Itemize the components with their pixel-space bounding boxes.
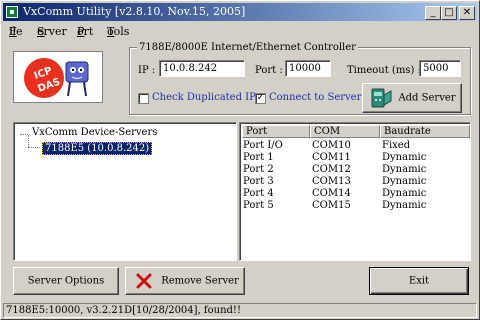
cell-port: Port 3 [243, 176, 274, 187]
ip-label: IP : [138, 65, 156, 76]
cell-baudrate: Dynamic [382, 188, 427, 199]
cell-port: Port 2 [243, 164, 274, 175]
cell-com: COM10 [312, 140, 351, 151]
cell-port: Port I/O [243, 140, 283, 151]
cell-com: COM14 [312, 188, 351, 199]
exit-label: Exit [408, 275, 430, 287]
check-duplicated-label[interactable]: Check Duplicated IP [152, 92, 256, 103]
cell-com: COM13 [312, 176, 351, 187]
remove-server-label: Remove Server [161, 275, 239, 287]
tree-connector [20, 134, 28, 135]
exit-button[interactable]: Exit [369, 267, 469, 295]
tree-connector [28, 147, 40, 148]
status-bar: 7188E5:10000, v3.2.21D[10/28/2004], foun… [3, 303, 477, 318]
port-label: Port : [255, 65, 283, 76]
column-com[interactable]: COM [310, 125, 380, 138]
ip-input[interactable]: 10.0.8.242 [159, 60, 245, 77]
column-port[interactable]: Port [242, 125, 310, 138]
check-duplicated-checkbox[interactable] [138, 93, 149, 104]
icp-das-logo: ICP DAS [13, 51, 103, 103]
cell-port: Port 4 [243, 188, 274, 199]
cell-baudrate: Dynamic [382, 152, 427, 163]
remove-server-button[interactable]: Remove Server [125, 267, 245, 295]
tree-connector [28, 135, 29, 147]
add-server-label: Add Server [398, 92, 456, 104]
timeout-label: Timeout (ms) : [347, 65, 421, 76]
cell-baudrate: Fixed [382, 140, 411, 151]
server-options-label: Server Options [27, 275, 105, 287]
cell-com: COM12 [312, 164, 351, 175]
server-options-button[interactable]: Server Options [13, 267, 119, 295]
logo-graphic: ICP DAS [24, 58, 89, 98]
tree-root-item[interactable]: VxComm Device-Servers [32, 127, 157, 138]
maximize-button[interactable]: □ [441, 6, 457, 20]
ports-list-header: Port COM Baudrate [242, 125, 470, 138]
device-icon [371, 88, 392, 108]
tree-item-7188e5[interactable]: 7188E5 (10.0.8.242) [42, 142, 153, 155]
cell-com: COM11 [312, 152, 351, 163]
controller-group-title: 7188E/8000E Internet/Ethernet Controller [137, 42, 358, 53]
window-title: VxComm Utility [v2.8.10, Nov.15, 2005] [23, 5, 246, 18]
minimize-button[interactable]: _ [425, 6, 441, 20]
column-baudrate[interactable]: Baudrate [380, 125, 470, 138]
remove-x-icon [136, 273, 152, 289]
cell-baudrate: Dynamic [382, 176, 427, 187]
close-button[interactable]: ✕ [459, 6, 475, 20]
add-server-button[interactable]: Add Server [362, 83, 462, 113]
connect-to-server-label[interactable]: Connect to Server [269, 92, 361, 103]
cell-com: COM15 [312, 200, 351, 211]
app-icon: ▪ [6, 6, 18, 18]
connect-to-server-checkbox[interactable]: ✓ [255, 93, 266, 104]
cell-port: Port 1 [243, 152, 274, 163]
port-input[interactable]: 10000 [285, 60, 331, 77]
timeout-input[interactable]: 5000 [419, 60, 461, 77]
app-window: ▪ VxComm Utility [v2.8.10, Nov.15, 2005]… [0, 0, 480, 320]
title-bar[interactable]: ▪ VxComm Utility [v2.8.10, Nov.15, 2005]… [3, 3, 477, 21]
cell-baudrate: Dynamic [382, 200, 427, 211]
ports-list[interactable]: Port COM Baudrate Port I/O COM10 Fixed P… [239, 122, 471, 261]
cell-port: Port 5 [243, 200, 274, 211]
device-tree[interactable]: VxComm Device-Servers 7188E5 (10.0.8.242… [13, 122, 237, 261]
cell-baudrate: Dynamic [382, 164, 427, 175]
